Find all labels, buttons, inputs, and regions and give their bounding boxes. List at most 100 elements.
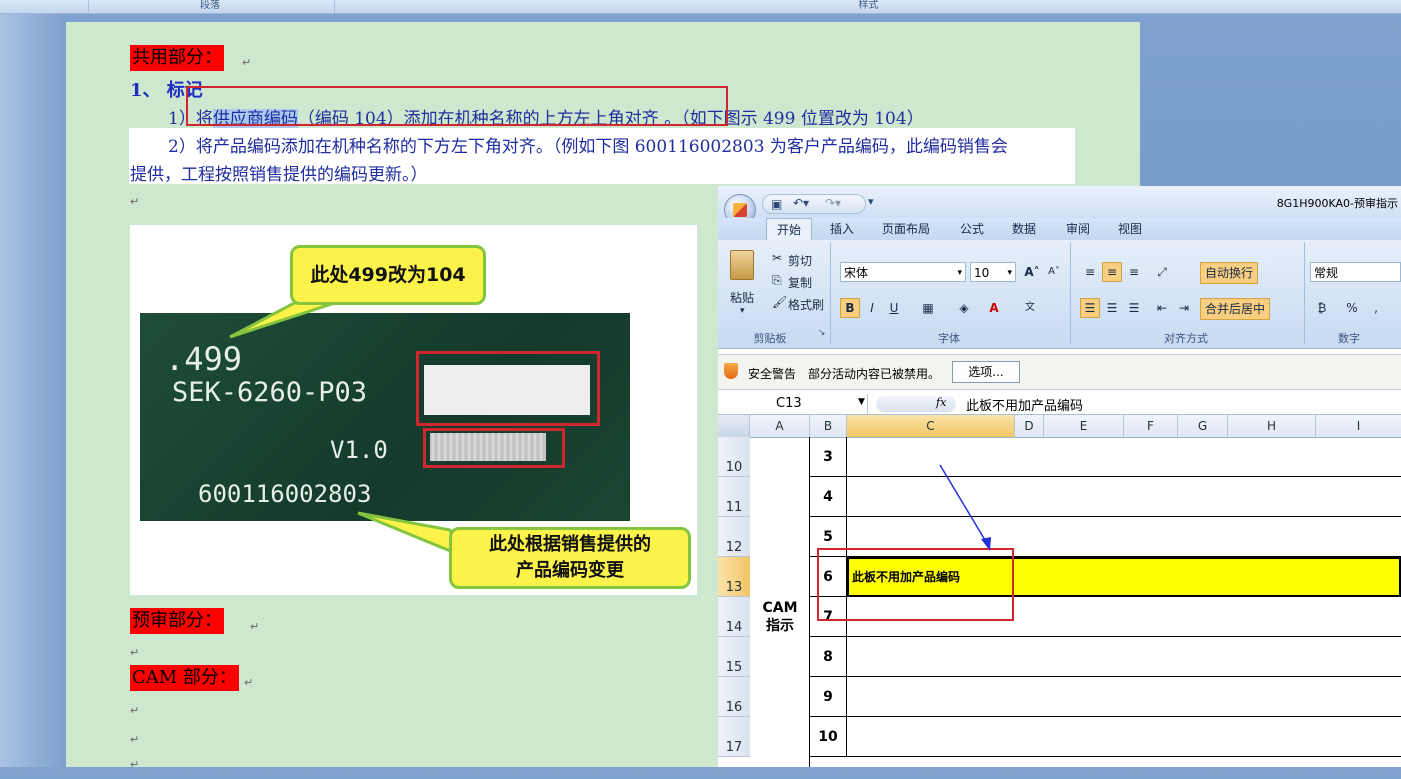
column-header-c[interactable]: C [847,415,1015,437]
name-box-value: C13 [776,396,802,411]
column-header-f[interactable]: F [1124,415,1178,437]
cell-b15[interactable]: 8 [810,637,847,677]
font-size-combo[interactable]: 10 ▾ [970,262,1016,282]
font-size-value: 10 [974,266,990,280]
tab-formulas[interactable]: 公式 [960,218,984,240]
decrease-indent-icon[interactable]: ⇤ [1152,298,1172,318]
tab-home[interactable]: 开始 [766,218,812,240]
underline-icon[interactable]: U [884,298,904,318]
phonetic-icon[interactable]: 文 [1020,298,1040,318]
copy-icon[interactable]: ⎘ [772,273,782,288]
callout-bottom-pointer [357,511,463,558]
cell-b11[interactable]: 4 [810,477,847,517]
prereview-section-heading: 预审部分： [130,608,224,634]
redo-icon[interactable]: ↷▾ [825,196,841,210]
customize-qat-icon[interactable]: ▾ [868,195,874,208]
row-header-16[interactable]: 16 [718,677,750,717]
column-header-h[interactable]: H [1228,415,1316,437]
copy-button[interactable]: 复制 [788,274,812,291]
column-header-g[interactable]: G [1178,415,1228,437]
ribbon-group-paragraph[interactable]: 段落 [88,0,331,13]
quick-access-toolbar: ▣ ↶▾ ↷▾ [762,194,866,214]
undo-icon[interactable]: ↶▾ [793,196,809,210]
font-name-value: 宋体 [844,266,869,280]
row-header-13[interactable]: 13 [718,557,750,597]
column-header-b[interactable]: B [810,415,847,437]
accounting-format-icon[interactable]: ₿ [1312,298,1332,318]
cell-b16[interactable]: 9 [810,677,847,717]
security-warning-bar: 安全警告 部分活动内容已被禁用。 选项... [718,354,1401,390]
formula-input[interactable]: 此板不用加产品编码 [966,395,1083,414]
increase-indent-icon[interactable]: ⇥ [1174,298,1194,318]
ribbon-tabs: 开始 插入 页面布局 公式 数据 审阅 视图 [718,218,1401,240]
merge-center-button[interactable]: 合并后居中 [1200,298,1271,320]
fill-color-icon[interactable]: ◈ [954,298,974,318]
cell-b10[interactable]: 3 [810,437,847,477]
comma-style-icon[interactable]: , [1366,298,1386,318]
row-header-10[interactable]: 10 [718,437,750,477]
ribbon-group-styles[interactable]: 样式 [334,0,1401,13]
merged-cell-a-text: CAM 指示 [762,600,798,634]
annotation-box-excel [817,548,1014,621]
tab-view[interactable]: 视图 [1118,218,1142,240]
security-title: 安全警告 [748,367,797,381]
paste-icon[interactable] [730,250,754,280]
font-color-icon[interactable]: A [984,298,1004,318]
tab-page-layout[interactable]: 页面布局 [882,218,930,240]
number-format-combo[interactable]: 常规 [1310,262,1401,282]
paragraph-mark: ↵ [130,733,140,746]
italic-icon[interactable]: I [862,298,882,318]
format-painter-icon[interactable]: 🖌 [772,295,787,309]
clipboard-label: 剪贴板 [753,332,787,345]
paste-dropdown-icon[interactable]: ▾ [740,306,745,316]
align-center-icon[interactable]: ☰ [1102,298,1122,318]
align-left-icon[interactable]: ☰ [1080,298,1100,318]
row-header-14[interactable]: 14 [718,597,750,637]
tab-review[interactable]: 审阅 [1066,218,1090,240]
cell-c15[interactable] [847,637,1401,677]
cell-b17[interactable]: 10 [810,717,847,757]
row-header-17[interactable]: 17 [718,717,750,757]
column-header-a[interactable]: A [750,415,810,437]
shrink-font-icon[interactable]: A˅ [1044,262,1064,282]
paste-button[interactable]: 粘贴 [730,289,754,306]
row-header-12[interactable]: 12 [718,517,750,557]
align-top-icon[interactable]: ≡ [1080,262,1100,282]
merged-cell-a[interactable]: CAM 指示 [750,437,810,767]
select-all-corner[interactable] [718,415,750,437]
row-header-11[interactable]: 11 [718,477,750,517]
document-margin [0,14,66,767]
fx-icon[interactable]: fx [936,396,946,409]
chevron-down-icon: ▾ [957,268,962,278]
paragraph-mark: ↵ [250,620,260,633]
tab-data[interactable]: 数据 [1012,218,1036,240]
column-header-e[interactable]: E [1044,415,1124,437]
name-box[interactable]: C13 ▼ [718,394,868,414]
percent-icon[interactable]: % [1342,298,1362,318]
callout-bottom: 此处根据销售提供的 产品编码变更 [449,527,691,589]
orientation-icon[interactable]: ⤢ [1152,262,1172,282]
save-icon[interactable]: ▣ [771,197,782,211]
bold-icon[interactable]: B [840,298,860,318]
column-header-d[interactable]: D [1015,415,1044,437]
options-button[interactable]: 选项... [952,361,1020,383]
font-group: 宋体 ▾ 10 ▾ A˄ A˅ B I U ▦ ◈ A 文 字体 [834,242,1071,345]
cell-c16[interactable] [847,677,1401,717]
cut-button[interactable]: 剪切 [788,252,812,269]
align-bottom-icon[interactable]: ≡ [1124,262,1144,282]
row-header-15[interactable]: 15 [718,637,750,677]
wrap-text-button[interactable]: 自动换行 [1200,262,1259,284]
chevron-down-icon[interactable]: ▼ [858,397,865,407]
grow-font-icon[interactable]: A˄ [1022,262,1042,282]
number-group: 常规 ₿ % , 数字 [1308,242,1401,345]
borders-icon[interactable]: ▦ [918,298,938,318]
column-header-i[interactable]: I [1316,415,1401,437]
cut-icon[interactable]: ✂ [772,251,782,265]
align-right-icon[interactable]: ☰ [1124,298,1144,318]
tab-insert[interactable]: 插入 [830,218,854,240]
cell-c17[interactable] [847,717,1401,757]
dialog-launcher-icon[interactable]: ↘ [818,328,826,338]
align-middle-icon[interactable]: ≡ [1102,262,1122,282]
font-name-combo[interactable]: 宋体 ▾ [840,262,966,282]
format-painter-button[interactable]: 格式刷 [788,296,824,313]
